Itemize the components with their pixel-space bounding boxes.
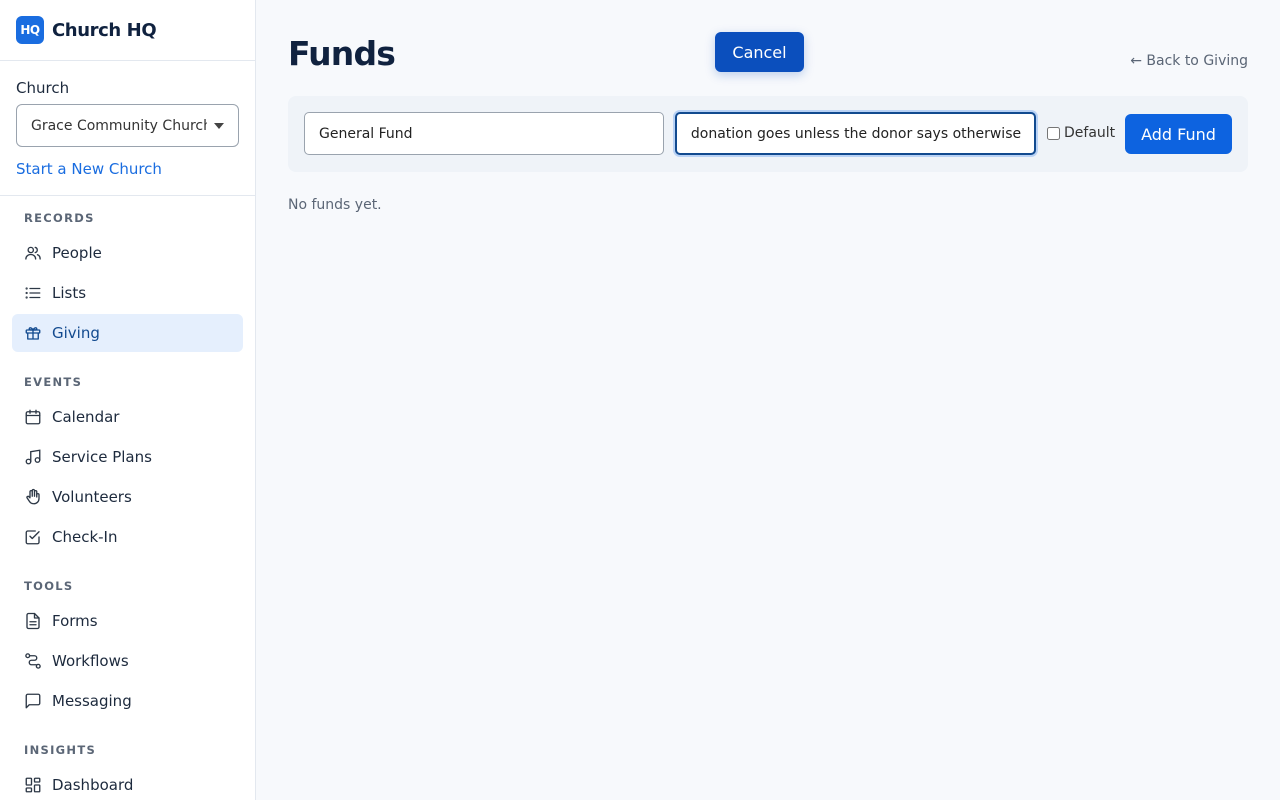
church-select[interactable]: Grace Community Church (16, 104, 239, 147)
music-note-icon (24, 448, 42, 466)
sidebar-item-label: Messaging (52, 692, 132, 710)
add-fund-form: Default Add Fund (288, 96, 1248, 172)
check-square-icon (24, 528, 42, 546)
sidebar-item-label: Service Plans (52, 448, 152, 466)
start-new-church-link[interactable]: Start a New Church (16, 160, 239, 178)
document-icon (24, 612, 42, 630)
add-fund-button[interactable]: Add Fund (1125, 114, 1232, 154)
sidebar-nav: RECORDS People Lists Giving EVENTS Calen… (0, 196, 255, 800)
dashboard-icon (24, 776, 42, 794)
back-to-giving-link[interactable]: ← Back to Giving (1130, 53, 1248, 69)
nav-section-events: EVENTS (24, 375, 83, 389)
fund-description-input[interactable] (675, 112, 1036, 155)
sidebar-item-label: Dashboard (52, 776, 134, 794)
sidebar-item-giving[interactable]: Giving (12, 314, 243, 352)
sidebar-item-dashboard[interactable]: Dashboard (12, 766, 243, 800)
brand[interactable]: HQ Church HQ (0, 0, 255, 61)
brand-name: Church HQ (52, 19, 157, 41)
sidebar-item-messaging[interactable]: Messaging (12, 682, 243, 720)
workflow-icon (24, 652, 42, 670)
sidebar-item-label: Calendar (52, 408, 120, 426)
default-checkbox-label[interactable]: Default (1047, 125, 1115, 141)
sidebar-item-label: Giving (52, 324, 100, 342)
sidebar-item-label: Check-In (52, 528, 118, 546)
sidebar-item-lists[interactable]: Lists (12, 274, 243, 312)
nav-section-insights: INSIGHTS (24, 743, 97, 757)
empty-state-text: No funds yet. (288, 197, 382, 213)
sidebar-item-label: Workflows (52, 652, 129, 670)
sidebar: HQ Church HQ Church Grace Community Chur… (0, 0, 256, 800)
church-label: Church (16, 79, 70, 97)
sidebar-item-people[interactable]: People (12, 234, 243, 272)
default-label: Default (1064, 125, 1116, 141)
message-icon (24, 692, 42, 710)
nav-section-records: RECORDS (24, 211, 95, 225)
sidebar-item-calendar[interactable]: Calendar (12, 398, 243, 436)
app-root: HQ Church HQ Church Grace Community Chur… (0, 0, 1280, 800)
church-switcher: Church Grace Community Church Start a Ne… (0, 61, 255, 196)
users-icon (24, 244, 42, 262)
gift-icon (24, 324, 42, 342)
list-icon (24, 284, 42, 302)
sidebar-item-service-plans[interactable]: Service Plans (12, 438, 243, 476)
main-content: Funds Cancel ← Back to Giving Default Ad… (256, 0, 1280, 800)
cancel-button[interactable]: Cancel (715, 32, 804, 72)
brand-logo: HQ (16, 16, 44, 44)
page-title: Funds (288, 34, 396, 73)
sidebar-item-volunteers[interactable]: Volunteers (12, 478, 243, 516)
hand-icon (24, 488, 42, 506)
calendar-icon (24, 408, 42, 426)
sidebar-item-workflows[interactable]: Workflows (12, 642, 243, 680)
sidebar-item-forms[interactable]: Forms (12, 602, 243, 640)
fund-name-input[interactable] (304, 112, 664, 155)
sidebar-item-check-in[interactable]: Check-In (12, 518, 243, 556)
nav-section-tools: TOOLS (24, 579, 74, 593)
sidebar-item-label: Volunteers (52, 488, 132, 506)
sidebar-item-label: People (52, 244, 102, 262)
sidebar-item-label: Lists (52, 284, 87, 302)
sidebar-item-label: Forms (52, 612, 98, 630)
church-select-value: Grace Community Church (31, 117, 207, 134)
default-checkbox[interactable] (1047, 126, 1060, 140)
chevron-down-icon (214, 123, 224, 129)
